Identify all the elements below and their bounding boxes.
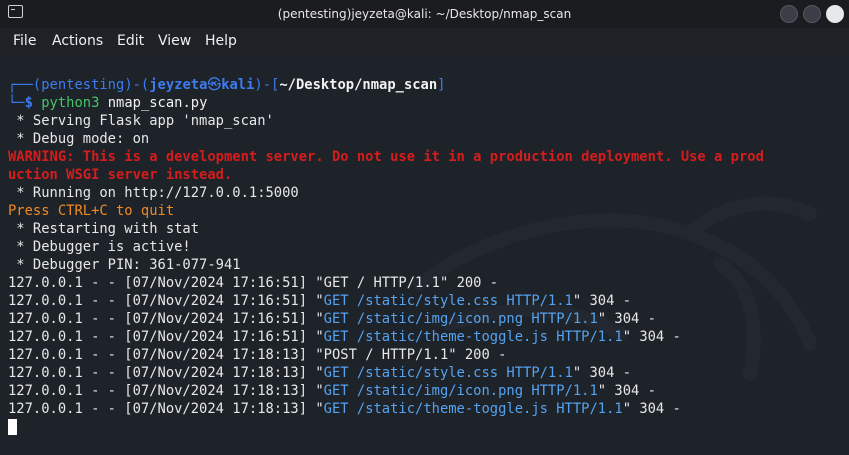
prompt-line-2: └─$ python3 nmap_scan.py (8, 95, 208, 111)
output-running: * Running on http://127.0.0.1:5000 (8, 185, 299, 201)
request-log-line: 127.0.0.1 - - [07/Nov/2024 17:16:51] "GE… (8, 311, 656, 327)
output-serving: * Serving Flask app 'nmap_scan' (8, 113, 274, 129)
request-log-line: 127.0.0.1 - - [07/Nov/2024 17:18:13] "PO… (8, 347, 507, 363)
output-debugger-active: * Debugger is active! (8, 239, 191, 255)
output-debug-mode: * Debug mode: on (8, 131, 150, 147)
request-log-line: 127.0.0.1 - - [07/Nov/2024 17:18:13] "GE… (8, 383, 656, 399)
warning-line-2: uction WSGI server instead. (8, 167, 233, 183)
close-button[interactable] (826, 5, 844, 23)
menu-help[interactable]: Help (205, 28, 237, 54)
request-log-line: 127.0.0.1 - - [07/Nov/2024 17:16:51] "GE… (8, 293, 632, 309)
minimize-button[interactable] (780, 5, 798, 23)
menu-file[interactable]: File (13, 28, 36, 54)
output-quit-hint: Press CTRL+C to quit (8, 203, 175, 219)
menu-bar: File Actions Edit View Help (0, 28, 849, 54)
request-log-line: 127.0.0.1 - - [07/Nov/2024 17:18:13] "GE… (8, 401, 681, 417)
terminal-output[interactable]: ┌──(pentesting)-(jeyzeta㉿kali)-[~/Deskto… (0, 54, 849, 455)
menu-view[interactable]: View (158, 28, 191, 54)
warning-line-1: WARNING: This is a development server. D… (8, 149, 764, 165)
output-restarting: * Restarting with stat (8, 221, 200, 237)
terminal-window: (pentesting)jeyzeta@kali: ~/Desktop/nmap… (0, 0, 849, 455)
request-log-line: 127.0.0.1 - - [07/Nov/2024 17:16:51] "GE… (8, 275, 499, 291)
prompt-line-1: ┌──(pentesting)-(jeyzeta㉿kali)-[~/Deskto… (8, 77, 446, 93)
window-title: (pentesting)jeyzeta@kali: ~/Desktop/nmap… (277, 7, 572, 21)
kali-at-icon: ㉿ (207, 77, 222, 93)
text-cursor (8, 419, 17, 435)
menu-edit[interactable]: Edit (117, 28, 144, 54)
request-log-line: 127.0.0.1 - - [07/Nov/2024 17:16:51] "GE… (8, 329, 681, 345)
output-debugger-pin: * Debugger PIN: 361-077-941 (8, 257, 241, 273)
maximize-button[interactable] (803, 5, 821, 23)
title-bar[interactable]: (pentesting)jeyzeta@kali: ~/Desktop/nmap… (0, 0, 849, 28)
request-log-line: 127.0.0.1 - - [07/Nov/2024 17:18:13] "GE… (8, 365, 632, 381)
menu-actions[interactable]: Actions (52, 28, 103, 54)
